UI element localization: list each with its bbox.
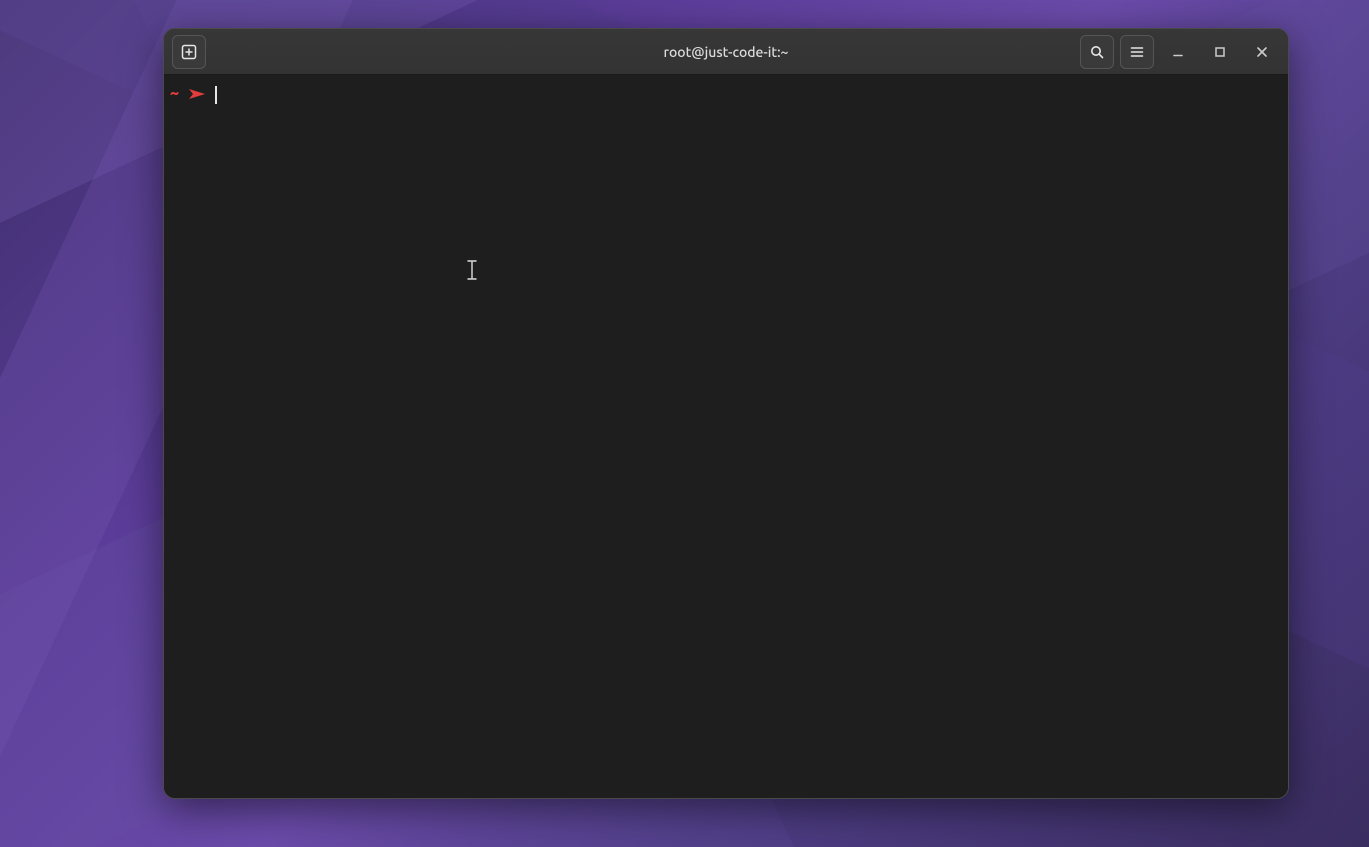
search-icon bbox=[1089, 44, 1105, 60]
close-button[interactable] bbox=[1244, 35, 1280, 69]
window-titlebar[interactable]: root@just-code-it:~ bbox=[164, 29, 1288, 75]
prompt-path: ~ bbox=[170, 83, 189, 105]
minimize-icon bbox=[1171, 45, 1185, 59]
mouse-ibeam-cursor-icon bbox=[467, 260, 477, 280]
prompt-line: ~ bbox=[170, 83, 1282, 105]
hamburger-menu-icon bbox=[1129, 44, 1145, 60]
menu-button[interactable] bbox=[1120, 35, 1154, 69]
minimize-button[interactable] bbox=[1160, 35, 1196, 69]
terminal-window: root@just-code-it:~ bbox=[163, 28, 1289, 799]
close-icon bbox=[1255, 45, 1269, 59]
maximize-icon bbox=[1213, 45, 1227, 59]
terminal-viewport[interactable]: ~ bbox=[164, 75, 1288, 798]
text-cursor bbox=[215, 86, 217, 104]
new-tab-icon bbox=[181, 44, 197, 60]
prompt-arrow-icon bbox=[189, 87, 213, 101]
search-button[interactable] bbox=[1080, 35, 1114, 69]
titlebar-left-controls bbox=[164, 35, 206, 69]
new-tab-button[interactable] bbox=[172, 35, 206, 69]
maximize-button[interactable] bbox=[1202, 35, 1238, 69]
titlebar-right-controls bbox=[1080, 35, 1288, 69]
